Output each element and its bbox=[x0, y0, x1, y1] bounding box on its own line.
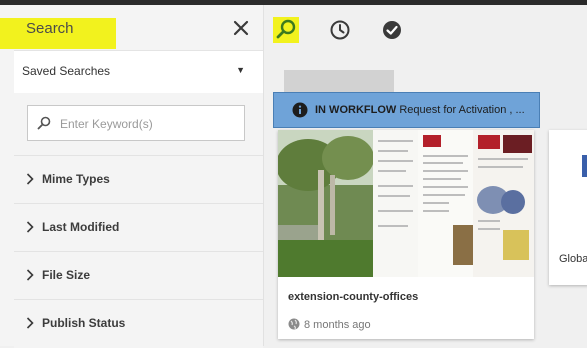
search-button[interactable] bbox=[273, 17, 299, 43]
saved-searches-dropdown[interactable]: Saved Searches ▼ bbox=[14, 50, 263, 94]
rail-title: Search bbox=[26, 20, 74, 37]
workflow-description: Request for Activation , ... bbox=[396, 104, 525, 116]
search-icon bbox=[276, 19, 296, 39]
chevron-right-icon bbox=[26, 269, 34, 281]
check-icon bbox=[383, 21, 401, 39]
info-icon bbox=[292, 102, 308, 118]
keyword-search-area bbox=[14, 93, 263, 151]
asset-name: Globa bbox=[559, 253, 587, 265]
asset-thumbnail bbox=[278, 130, 534, 277]
workflow-banner[interactable]: IN WORKFLOW Request for Activation , ... bbox=[273, 92, 540, 128]
chevron-right-icon bbox=[26, 317, 34, 329]
timeline-button[interactable] bbox=[327, 17, 353, 43]
facet-publish-status[interactable]: Publish Status bbox=[14, 299, 263, 348]
facet-mime-types[interactable]: Mime Types bbox=[14, 155, 263, 204]
card-placeholder bbox=[284, 70, 394, 92]
clock-icon bbox=[330, 20, 350, 40]
facet-label: File Size bbox=[42, 268, 91, 282]
globe-icon bbox=[288, 318, 300, 330]
chevron-right-icon bbox=[26, 173, 34, 185]
asset-thumbnail-fragment bbox=[582, 155, 587, 177]
keyword-search-input[interactable] bbox=[58, 114, 242, 134]
workflow-status: IN WORKFLOW bbox=[315, 104, 397, 116]
facet-label: Mime Types bbox=[42, 172, 110, 186]
asset-meta: 8 months ago bbox=[288, 318, 371, 331]
chevron-down-icon: ▼ bbox=[236, 65, 245, 75]
rail-header: Search bbox=[0, 5, 263, 55]
facet-last-modified[interactable]: Last Modified bbox=[14, 203, 263, 252]
facet-file-size[interactable]: File Size bbox=[14, 251, 263, 300]
chevron-right-icon bbox=[26, 221, 34, 233]
close-icon[interactable] bbox=[232, 19, 250, 37]
workflow-banner-text: IN WORKFLOW Request for Activation , ... bbox=[315, 104, 525, 116]
asset-card-partial[interactable]: Globa bbox=[549, 130, 587, 285]
asset-card[interactable]: extension-county-offices 8 months ago bbox=[278, 130, 534, 339]
saved-searches-label: Saved Searches bbox=[22, 64, 111, 78]
keyword-search-box[interactable] bbox=[27, 105, 245, 141]
modified-time: 8 months ago bbox=[304, 319, 371, 331]
facet-label: Last Modified bbox=[42, 220, 120, 234]
asset-name: extension-county-offices bbox=[288, 291, 419, 303]
select-button[interactable] bbox=[379, 17, 405, 43]
search-icon bbox=[37, 116, 51, 130]
facet-label: Publish Status bbox=[42, 316, 126, 330]
toolbar bbox=[264, 5, 587, 55]
